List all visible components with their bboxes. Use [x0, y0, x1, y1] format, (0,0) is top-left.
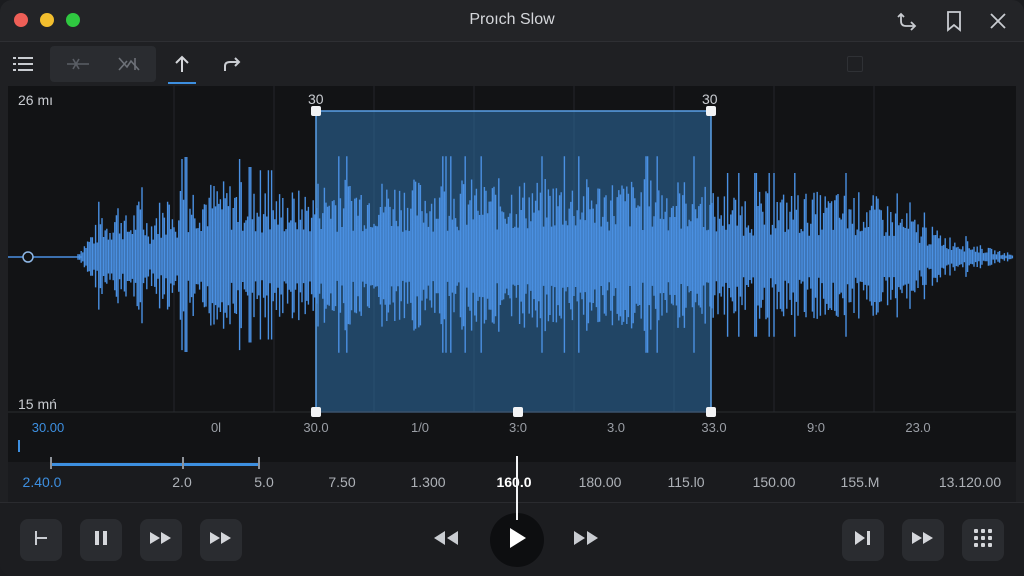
selection-handle-top-left[interactable] [311, 106, 321, 116]
redo-icon[interactable] [218, 46, 246, 82]
trim-start-icon [32, 529, 50, 552]
range-tick [258, 457, 260, 469]
title-bar: Proıch Slow [0, 0, 1024, 42]
rewind-button[interactable] [432, 529, 460, 552]
fast-forward-icon [149, 530, 173, 551]
fast-forward-icon [911, 530, 935, 551]
timeline-label: 3:0 [508, 420, 528, 435]
bookmark-icon[interactable] [942, 9, 966, 33]
timeline-label: 3.0 [606, 420, 626, 435]
scrubber-axis[interactable]: 2.40.0 2.0 5.0 7.50 1.300 160.0 180.00 1… [8, 457, 1016, 502]
timeline-cursor-marker [18, 440, 20, 452]
close-icon[interactable] [986, 9, 1010, 33]
toolbar [0, 42, 1024, 86]
timeline-label: 0l [210, 420, 222, 435]
waveform-panel[interactable]: 26 mı 15 mń 30 30 30.00 0l 30.0 1/0 3:0 … [8, 86, 1016, 462]
fast-forward-button-2[interactable] [200, 519, 242, 561]
timeline-label: 23.0 [905, 420, 931, 435]
pause-icon [92, 529, 110, 552]
selection-handle-top-right[interactable] [706, 106, 716, 116]
fast-forward-button-3[interactable] [902, 519, 944, 561]
rewind-icon [432, 531, 460, 551]
fast-forward-button[interactable] [140, 519, 182, 561]
fast-forward-icon [209, 530, 233, 551]
axis-label: 150.00 [752, 474, 796, 490]
timeline-label: 30.00 [31, 420, 65, 435]
axis-label: 7.50 [328, 474, 356, 490]
route-icon[interactable] [896, 9, 920, 33]
fast-forward-icon [572, 531, 600, 551]
timeline-label: 9:0 [806, 420, 826, 435]
forward-button[interactable] [572, 529, 600, 552]
timeline-label: 33.0 [701, 420, 727, 435]
list-icon[interactable] [8, 46, 40, 82]
skip-to-end-icon [853, 529, 873, 552]
selection-handle-bottom-right[interactable] [706, 407, 716, 417]
axis-label: 2.40.0 [22, 474, 62, 490]
selection-handle-bottom-mid[interactable] [513, 407, 523, 417]
selection-handle-bottom-left[interactable] [311, 407, 321, 417]
waveform-canvas[interactable] [8, 86, 1016, 462]
axis-label: 155.M [840, 474, 880, 490]
axis-current-label: 160.0 [496, 474, 532, 490]
timeline-label: 30.0 [303, 420, 329, 435]
split-icon[interactable] [117, 55, 141, 73]
play-button[interactable] [490, 513, 544, 567]
pause-button[interactable] [80, 519, 122, 561]
grid-icon [973, 528, 993, 553]
axis-label: 180.00 [578, 474, 622, 490]
playhead[interactable] [516, 456, 518, 520]
axis-label: 115.l0 [667, 474, 705, 490]
cut-icon[interactable] [65, 55, 91, 73]
window-title: Proıch Slow [469, 11, 555, 28]
bottom-level-label: 15 mń [18, 396, 57, 412]
range-tick [50, 457, 52, 469]
timeline-label: 1/0 [410, 420, 430, 435]
axis-label: 5.0 [254, 474, 274, 490]
top-level-label: 26 mı [18, 92, 54, 108]
faded-icon [844, 46, 866, 82]
selection-end-label: 30 [702, 91, 718, 107]
grid-button[interactable] [962, 519, 1004, 561]
axis-label: 2.0 [172, 474, 192, 490]
trim-start-button[interactable] [20, 519, 62, 561]
transport-bar [0, 502, 1024, 576]
selection-start-label: 30 [308, 91, 324, 107]
play-icon [506, 526, 528, 555]
axis-label: 1.300 [410, 474, 446, 490]
range-bar[interactable] [50, 463, 258, 466]
start-marker[interactable] [22, 251, 34, 263]
skip-to-end-button[interactable] [842, 519, 884, 561]
app-window: Proıch Slow 26 mı 15 mń 30 30 30.00 0l 3… [0, 0, 1024, 576]
upload-icon[interactable] [168, 46, 196, 84]
axis-label: 13.120.00 [938, 474, 1002, 490]
range-tick [182, 457, 184, 469]
edit-tool-group [50, 46, 156, 82]
waveform-path [77, 156, 1014, 353]
